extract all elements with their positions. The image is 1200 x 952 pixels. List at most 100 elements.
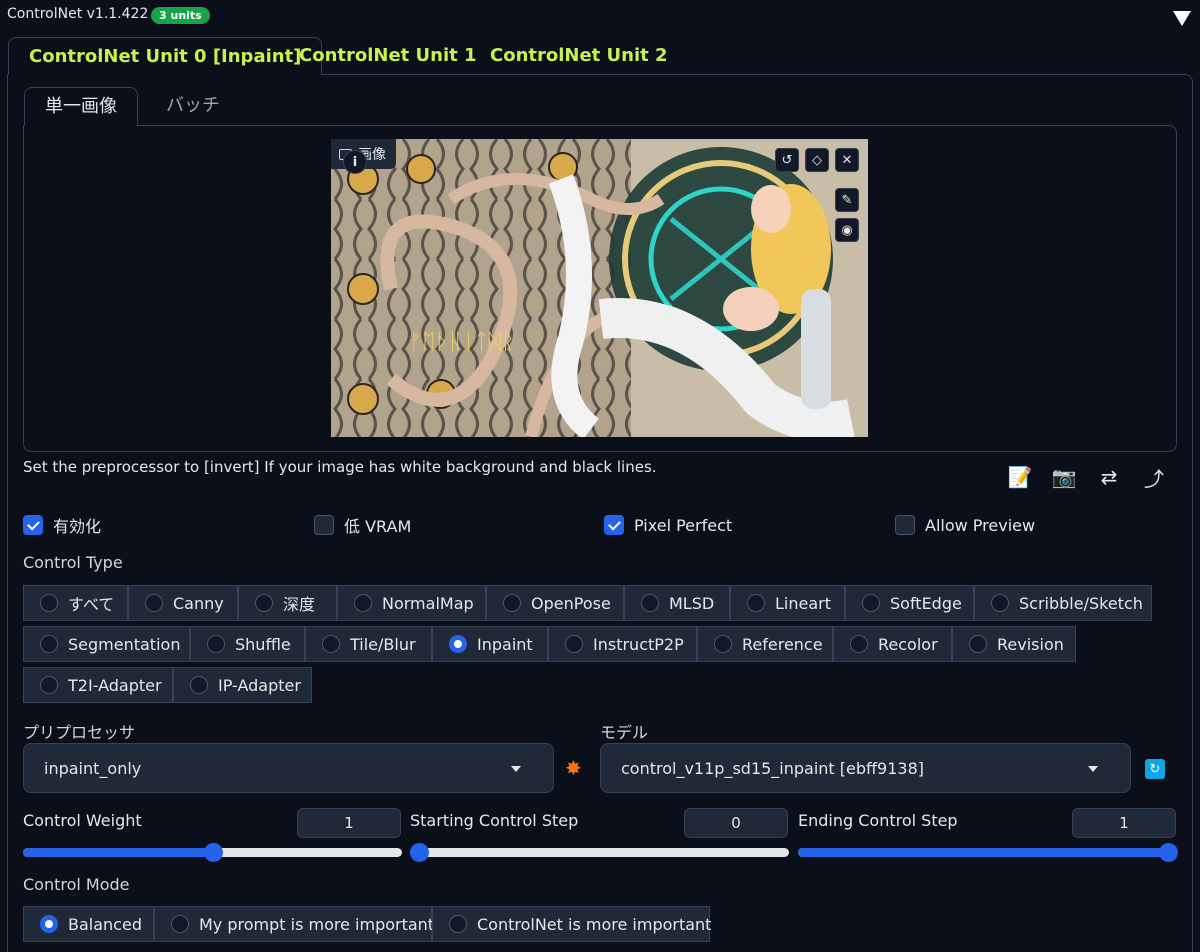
- radio-circle[interactable]: [40, 635, 58, 653]
- tab-unit-1[interactable]: ControlNet Unit 1: [279, 37, 497, 75]
- radio-circle[interactable]: [969, 635, 987, 653]
- control-type-option[interactable]: OpenPose: [486, 585, 624, 621]
- control-type-option[interactable]: Reference: [697, 626, 833, 662]
- control-type-option[interactable]: IP-Adapter: [173, 667, 312, 703]
- info-icon[interactable]: i: [343, 150, 367, 174]
- control-type-option[interactable]: Shuffle: [190, 626, 305, 662]
- radio-label: Tile/Blur: [350, 634, 416, 654]
- ending-step-input[interactable]: 1: [1072, 808, 1176, 838]
- slider-handle[interactable]: [203, 843, 223, 862]
- radio-label: IP-Adapter: [218, 675, 301, 695]
- radio-circle[interactable]: [714, 635, 732, 653]
- radio-circle[interactable]: [449, 915, 467, 933]
- radio-circle[interactable]: [207, 635, 225, 653]
- radio-label: Reference: [742, 634, 823, 654]
- control-type-option[interactable]: SoftEdge: [845, 585, 974, 621]
- control-type-option[interactable]: Segmentation: [23, 626, 190, 662]
- close-icon[interactable]: ✕: [835, 148, 859, 172]
- ending-step-slider[interactable]: [798, 843, 1178, 862]
- control-mode-option[interactable]: My prompt is more important: [154, 906, 434, 942]
- control-type-option-selected[interactable]: Inpaint: [432, 626, 548, 662]
- radio-circle[interactable]: [503, 594, 521, 612]
- model-dropdown[interactable]: control_v11p_sd15_inpaint [ebff9138]: [600, 743, 1131, 793]
- camera-icon[interactable]: 📷: [1050, 463, 1078, 491]
- enable-checkbox-box[interactable]: [23, 515, 43, 535]
- refresh-models-icon[interactable]: ↻: [1145, 759, 1165, 779]
- control-type-option[interactable]: すべて: [23, 585, 128, 621]
- slider-fill: [798, 848, 1177, 857]
- radio-circle[interactable]: [255, 594, 273, 612]
- low-vram-checkbox-box[interactable]: [314, 515, 334, 535]
- radio-circle[interactable]: [40, 676, 58, 694]
- enable-label: 有効化: [53, 517, 102, 536]
- control-weight-label: Control Weight: [23, 811, 142, 830]
- starting-step-input[interactable]: 0: [684, 808, 788, 838]
- allow-preview-checkbox[interactable]: Allow Preview: [895, 514, 1035, 536]
- radio-circle[interactable]: [171, 915, 189, 933]
- radio-circle-selected[interactable]: [449, 635, 467, 653]
- preprocessor-dropdown[interactable]: inpaint_only: [23, 743, 554, 793]
- control-type-option[interactable]: Revision: [952, 626, 1076, 662]
- control-type-option[interactable]: NormalMap: [337, 585, 486, 621]
- swap-arrows-icon[interactable]: ⇄: [1095, 463, 1123, 491]
- control-type-option[interactable]: Scribble/Sketch: [974, 585, 1152, 621]
- undo-icon[interactable]: ↺: [775, 148, 799, 172]
- radio-circle-selected[interactable]: [40, 915, 58, 933]
- palette-icon[interactable]: ◉: [835, 218, 859, 242]
- slider-handle[interactable]: [1159, 843, 1178, 862]
- control-weight-slider[interactable]: [23, 843, 402, 862]
- radio-circle[interactable]: [565, 635, 583, 653]
- tab-unit-0[interactable]: ControlNet Unit 0 [Inpaint]: [8, 37, 323, 75]
- control-type-option[interactable]: Tile/Blur: [305, 626, 432, 662]
- allow-preview-checkbox-box[interactable]: [895, 515, 915, 535]
- control-mode-option[interactable]: ControlNet is more important: [432, 906, 712, 942]
- eraser-icon[interactable]: ◇: [805, 148, 829, 172]
- control-type-option[interactable]: Recolor: [833, 626, 952, 662]
- radio-label: Scribble/Sketch: [1019, 593, 1143, 613]
- allow-preview-label: Allow Preview: [925, 515, 1036, 535]
- radio-circle[interactable]: [991, 594, 1009, 612]
- radio-label: Inpaint: [477, 634, 533, 654]
- radio-label: すべて: [68, 595, 115, 614]
- radio-circle[interactable]: [641, 594, 659, 612]
- radio-circle[interactable]: [190, 676, 208, 694]
- radio-circle[interactable]: [354, 594, 372, 612]
- radio-circle[interactable]: [850, 635, 868, 653]
- brush-icon[interactable]: ✎: [835, 188, 859, 212]
- control-type-option[interactable]: Canny: [128, 585, 238, 621]
- radio-circle[interactable]: [862, 594, 880, 612]
- starting-step-slider[interactable]: [410, 843, 789, 862]
- slider-fill: [23, 848, 213, 857]
- control-type-option[interactable]: MLSD: [624, 585, 730, 621]
- enable-checkbox[interactable]: 有効化: [23, 514, 101, 536]
- model-label: モデル: [600, 723, 649, 742]
- radio-circle[interactable]: [322, 635, 340, 653]
- tab-unit-2[interactable]: ControlNet Unit 2: [470, 37, 688, 75]
- control-type-option[interactable]: 深度: [238, 585, 337, 621]
- send-dimensions-icon[interactable]: ⤴: [1140, 463, 1168, 491]
- radio-circle[interactable]: [747, 594, 765, 612]
- radio-label: 深度: [283, 595, 316, 614]
- chevron-down-icon: [511, 766, 521, 772]
- radio-circle[interactable]: [145, 594, 163, 612]
- run-preprocessor-icon[interactable]: ✸: [565, 756, 582, 780]
- pixel-perfect-checkbox[interactable]: Pixel Perfect: [604, 514, 732, 536]
- control-mode-option-selected[interactable]: Balanced: [23, 906, 154, 942]
- radio-label: ControlNet is more important: [477, 914, 712, 934]
- low-vram-checkbox[interactable]: 低 VRAM: [314, 514, 411, 536]
- tab-batch[interactable]: バッチ: [146, 87, 240, 126]
- control-type-option[interactable]: InstructP2P: [548, 626, 697, 662]
- control-type-option[interactable]: T2I-Adapter: [23, 667, 173, 703]
- radio-circle[interactable]: [40, 594, 58, 612]
- radio-label: Balanced: [68, 914, 142, 934]
- tab-single-image[interactable]: 単一画像: [24, 87, 138, 126]
- input-image[interactable]: ᚠᛖᚦᚺᛁᛏᛞᚱ: [331, 139, 868, 437]
- control-type-option[interactable]: Lineart: [730, 585, 845, 621]
- control-weight-input[interactable]: 1: [297, 808, 401, 838]
- pixel-perfect-checkbox-box[interactable]: [604, 515, 624, 535]
- notepad-icon[interactable]: 📝: [1006, 463, 1034, 491]
- slider-handle[interactable]: [410, 843, 429, 862]
- collapse-triangle-icon[interactable]: [1173, 11, 1191, 26]
- radio-label: Segmentation: [68, 634, 181, 654]
- header: ControlNet v1.1.422 3 units: [0, 0, 1200, 32]
